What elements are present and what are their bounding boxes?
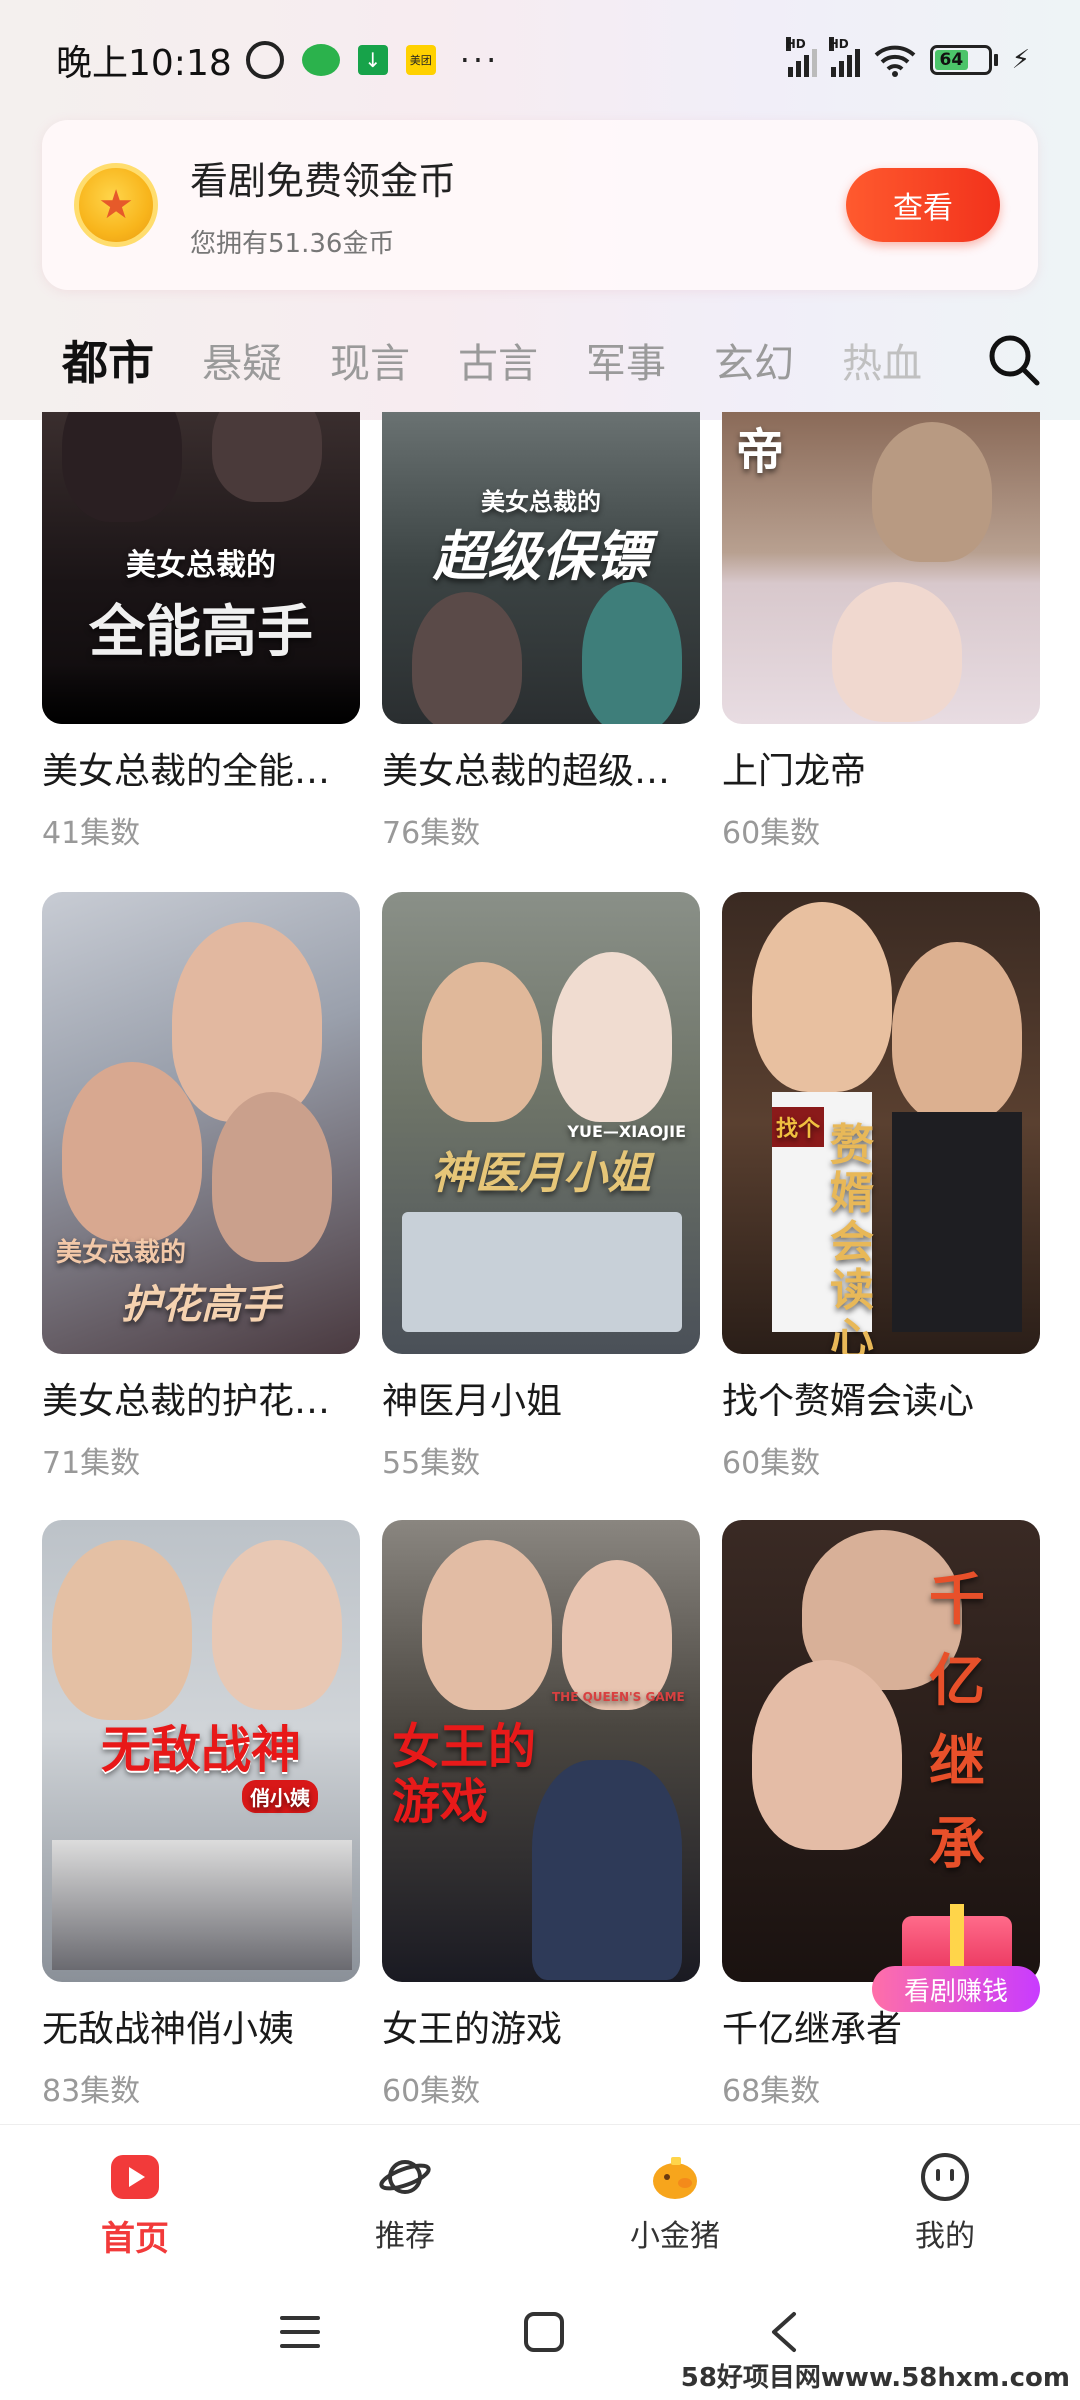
nav-recommend[interactable]: 推荐 — [270, 2125, 540, 2264]
episode-count: 68集数 — [722, 2074, 821, 2109]
bottom-navigation: 首页 推荐 小金猪 我的 — [0, 2124, 1080, 2264]
drama-card[interactable]: THE QUEEN'S GAME 女王的游戏 女王的游戏 60集数 — [382, 1520, 700, 2110]
nav-piggy-label: 小金猪 — [630, 2219, 720, 2254]
home-square-icon[interactable] — [522, 2310, 566, 2354]
view-coins-button[interactable]: 查看 — [846, 168, 1000, 242]
tab-hot-blood[interactable]: 热血 — [842, 331, 922, 389]
signal-icon-1: HD — [785, 37, 817, 77]
drama-title[interactable]: 神医月小姐 — [382, 1372, 700, 1424]
episode-count: 83集数 — [42, 2074, 141, 2109]
charging-icon: ⚡ — [1011, 45, 1030, 75]
drama-poster[interactable]: 美女总裁的 超级保镖 — [382, 412, 700, 724]
drama-card[interactable]: YUE—XIAOJIE 神医月小姐 神医月小姐 55集数 — [382, 892, 700, 1482]
episode-count: 60集数 — [382, 2074, 481, 2109]
drama-title[interactable]: 美女总裁的护花… — [42, 1372, 360, 1424]
battery-icon: 64 — [929, 45, 998, 75]
drama-title[interactable]: 美女总裁的超级… — [382, 742, 700, 794]
drama-card[interactable]: 美女总裁的 超级保镖 美女总裁的超级… 76集数 — [382, 412, 700, 852]
coin-banner-title: 看剧免费领金币 — [190, 159, 457, 203]
tab-military[interactable]: 军事 — [586, 331, 666, 389]
drama-title[interactable]: 女王的游戏 — [382, 2000, 700, 2052]
more-notifications-icon: ··· — [459, 41, 500, 79]
planet-icon — [379, 2160, 431, 2194]
drama-title[interactable]: 无敌战神俏小姨 — [42, 2000, 360, 2052]
drama-title[interactable]: 找个赘婿会读心 — [722, 1372, 1040, 1424]
watermark: 58好项目网www.58hxm.com — [680, 2363, 1070, 2393]
nav-recommend-label: 推荐 — [375, 2219, 435, 2254]
nav-mine-label: 我的 — [915, 2219, 975, 2254]
status-time: 晚上10:18 — [56, 43, 232, 84]
smiley-icon — [921, 2153, 969, 2201]
piggy-bank-icon — [653, 2157, 697, 2199]
drama-poster[interactable]: YUE—XIAOJIE 神医月小姐 — [382, 892, 700, 1354]
episode-count: 60集数 — [722, 1446, 821, 1481]
drama-poster[interactable]: 美女总裁的 护花高手 — [42, 892, 360, 1354]
status-bar: 晚上10:18 ↓ 美团 ··· HD HD 64 ⚡ — [0, 0, 1080, 120]
episode-count: 41集数 — [42, 816, 141, 851]
meituan-icon: 美团 — [405, 45, 436, 75]
tab-suspense[interactable]: 悬疑 — [202, 331, 282, 389]
alarm-icon — [245, 41, 284, 79]
tab-ancient-romance[interactable]: 古言 — [458, 331, 538, 389]
gold-coin-icon: ★ — [74, 163, 158, 247]
nav-home[interactable]: 首页 — [0, 2125, 270, 2264]
drama-poster[interactable]: 美女总裁的 全能高手 — [42, 412, 360, 724]
drama-card[interactable]: 找个 赘婿会读心 找个赘婿会读心 60集数 — [722, 892, 1040, 1482]
coin-balance: 您拥有51.36金币 — [190, 229, 395, 259]
drama-title[interactable]: 美女总裁的全能… — [42, 742, 360, 794]
watch-earn-badge[interactable]: 看剧赚钱 — [872, 1904, 1040, 2020]
tab-modern-romance[interactable]: 现言 — [330, 331, 410, 389]
signal-icon-2: HD — [828, 37, 860, 77]
menu-icon[interactable] — [278, 2312, 322, 2352]
drama-title[interactable]: 上门龙帝 — [722, 742, 1040, 794]
drama-poster[interactable]: THE QUEEN'S GAME 女王的游戏 — [382, 1520, 700, 1982]
notification-icons: ↓ 美团 ··· — [245, 41, 500, 79]
coin-reward-banner[interactable]: ★ 看剧免费领金币 您拥有51.36金币 查看 — [42, 120, 1038, 290]
drama-poster[interactable]: 帝 — [722, 412, 1040, 724]
episode-count: 55集数 — [382, 1446, 481, 1481]
nav-piggy[interactable]: 小金猪 — [540, 2125, 810, 2264]
drama-card[interactable]: 美女总裁的 全能高手 美女总裁的全能… 41集数 — [42, 412, 360, 852]
wifi-icon — [874, 45, 916, 77]
home-play-icon — [111, 2155, 159, 2199]
download-icon: ↓ — [357, 45, 388, 75]
episode-count: 76集数 — [382, 816, 481, 851]
drama-poster[interactable]: 无敌战神 俏小姨 — [42, 1520, 360, 1982]
nav-mine[interactable]: 我的 — [810, 2125, 1080, 2264]
drama-grid: 美女总裁的 全能高手 美女总裁的全能… 41集数 美女总裁的 超级保镖 美女总裁… — [0, 412, 1080, 2122]
nav-home-label: 首页 — [101, 2219, 169, 2259]
tab-fantasy[interactable]: 玄幻 — [714, 331, 794, 389]
drama-card[interactable]: 帝 上门龙帝 60集数 — [722, 412, 1040, 852]
drama-poster[interactable]: 找个 赘婿会读心 — [722, 892, 1040, 1354]
drama-card[interactable]: 无敌战神 俏小姨 无敌战神俏小姨 83集数 — [42, 1520, 360, 2110]
tab-urban[interactable]: 都市 — [62, 327, 154, 401]
back-icon[interactable] — [766, 2310, 802, 2354]
search-icon[interactable] — [986, 332, 1042, 388]
wechat-icon — [301, 44, 340, 76]
watch-earn-label: 看剧赚钱 — [872, 1966, 1040, 2012]
episode-count: 60集数 — [722, 816, 821, 851]
status-right: HD HD 64 ⚡ — [785, 37, 1030, 77]
drama-poster[interactable]: 千亿继承 — [722, 1520, 1040, 1982]
category-tabs: 都市 悬疑 现言 古言 军事 玄幻 热血 — [62, 320, 1042, 401]
drama-card[interactable]: 千亿继承 千亿继承者 68集数 — [722, 1520, 1040, 2110]
episode-count: 71集数 — [42, 1446, 141, 1481]
drama-card[interactable]: 美女总裁的 护花高手 美女总裁的护花… 71集数 — [42, 892, 360, 1482]
